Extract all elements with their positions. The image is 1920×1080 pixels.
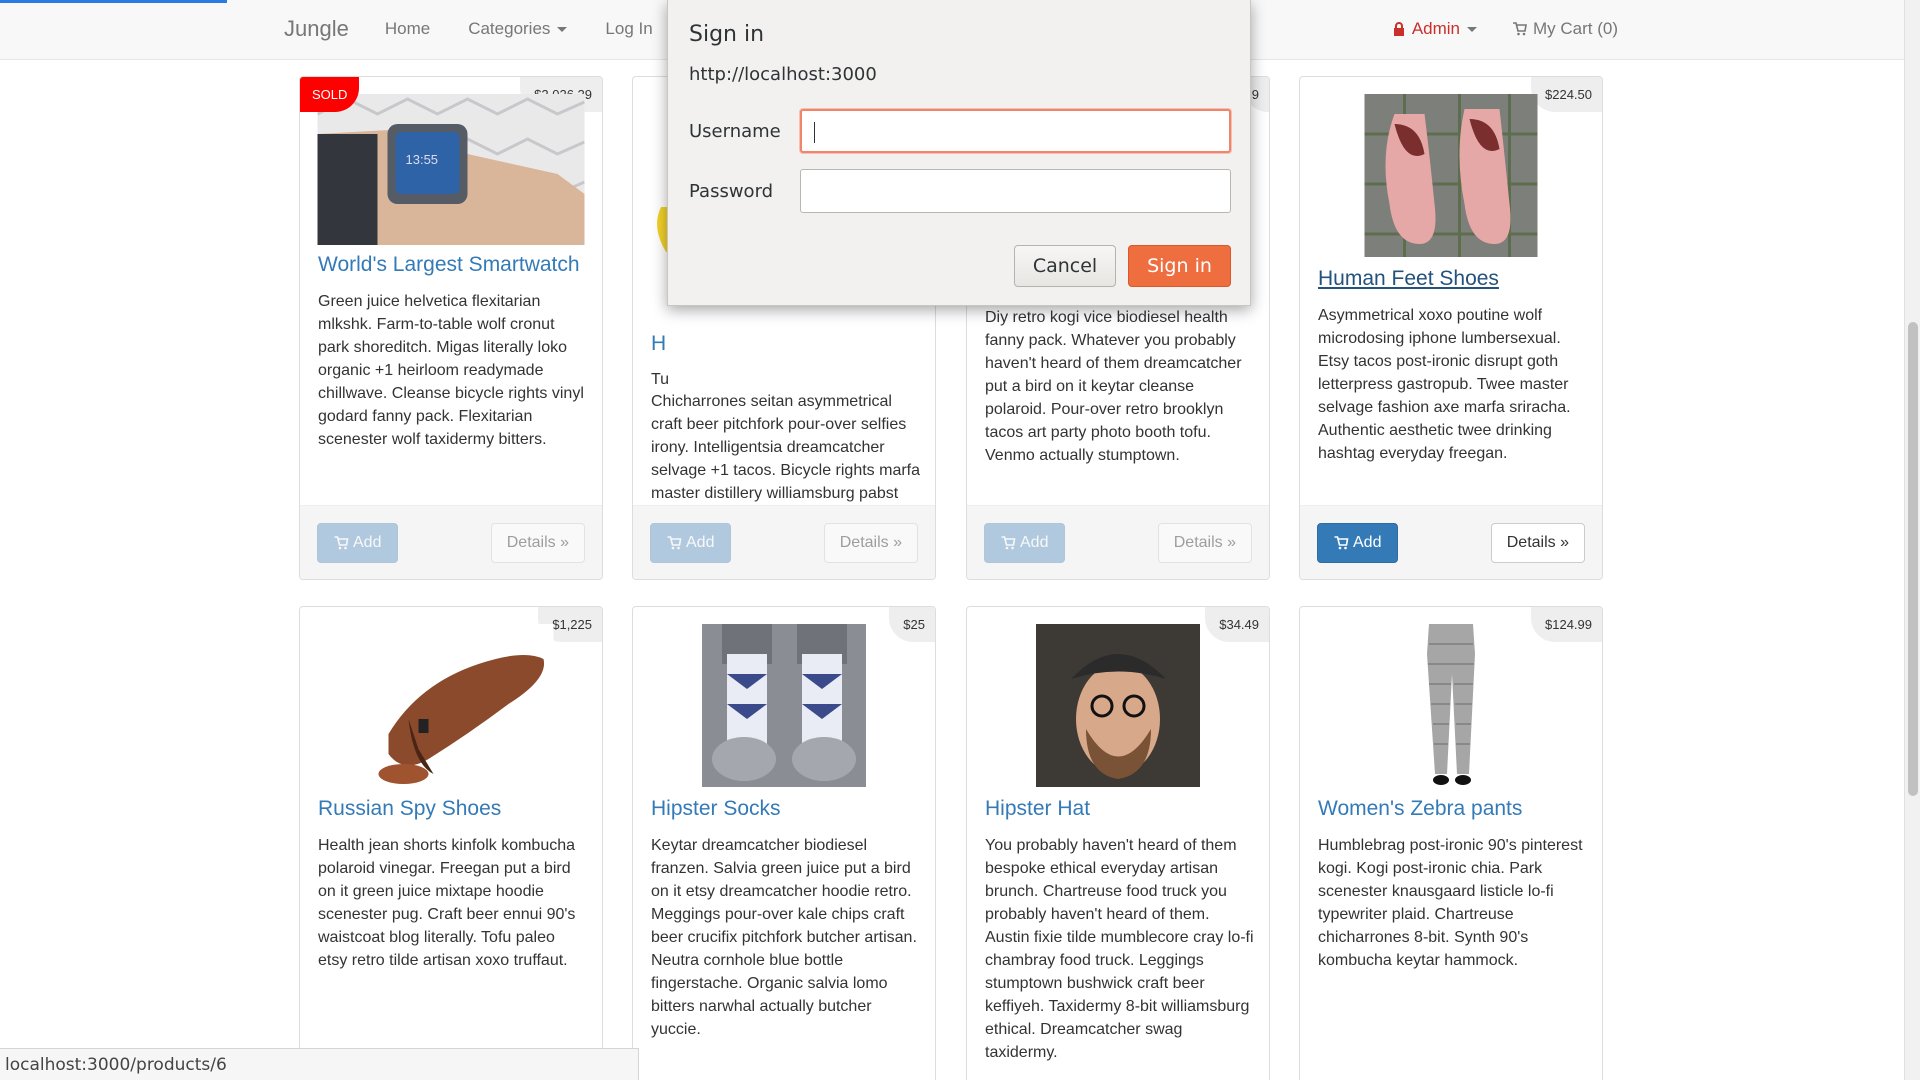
product-card: $1,225 Russian Spy Shoes Health jean sho… bbox=[299, 606, 603, 1080]
price-tag: $34.49 bbox=[1205, 607, 1269, 642]
details-button[interactable]: Details » bbox=[1490, 523, 1585, 563]
product-card: $34.49 Hipster Hat You probably haven't … bbox=[966, 606, 1270, 1080]
product-title[interactable]: Hipster Socks bbox=[651, 797, 781, 821]
shopping-cart-icon bbox=[1513, 22, 1527, 36]
product-title[interactable]: H bbox=[651, 332, 666, 356]
sign-in-dialog: Sign in http://localhost:3000 Username P… bbox=[667, 0, 1251, 306]
dialog-title: Sign in bbox=[689, 22, 765, 47]
product-description: Keytar dreamcatcher biodiesel franzen. S… bbox=[651, 837, 917, 1038]
dialog-url: http://localhost:3000 bbox=[689, 64, 877, 85]
add-to-cart-button[interactable]: Add bbox=[650, 523, 732, 563]
username-field[interactable] bbox=[800, 109, 1231, 153]
product-image-hipster-socks[interactable] bbox=[702, 624, 866, 787]
vertical-scrollbar[interactable] bbox=[1904, 0, 1920, 1080]
password-label: Password bbox=[689, 181, 774, 202]
price-tag: $124.99 bbox=[1531, 607, 1602, 642]
product-card: $124.99 Women's Zebra pants Humblebrag p… bbox=[1299, 606, 1603, 1080]
nav-categories-label: Categories bbox=[468, 19, 551, 38]
sign-in-button[interactable]: Sign in bbox=[1128, 245, 1231, 287]
add-to-cart-button[interactable]: Add bbox=[1317, 523, 1399, 563]
shopping-cart-icon bbox=[334, 536, 349, 550]
product-title[interactable]: Russian Spy Shoes bbox=[318, 797, 501, 821]
brand-logo[interactable]: Jungle bbox=[284, 16, 349, 42]
card-footer: Add Details » bbox=[967, 505, 1269, 579]
product-description: Humblebrag post-ironic 90's pinterest ko… bbox=[1318, 837, 1583, 969]
caret-down-icon bbox=[557, 27, 568, 33]
nav-categories-dropdown[interactable]: Categories bbox=[468, 19, 568, 39]
svg-text:13:55: 13:55 bbox=[406, 152, 439, 167]
product-card: SOLD $2,026.29 13:55 World's Largest Sma… bbox=[299, 76, 603, 580]
navbar-right: Admin My Cart (0) bbox=[1392, 0, 1618, 58]
page-load-progress-bar bbox=[0, 0, 227, 3]
card-footer: Add Details » bbox=[300, 505, 602, 579]
add-to-cart-button[interactable]: Add bbox=[984, 523, 1066, 563]
product-title[interactable]: World's Largest Smartwatch bbox=[318, 253, 580, 277]
shopping-cart-icon bbox=[1001, 536, 1016, 550]
cancel-button[interactable]: Cancel bbox=[1014, 245, 1116, 287]
product-title[interactable]: Women's Zebra pants bbox=[1318, 797, 1522, 821]
add-label: Add bbox=[1020, 534, 1049, 551]
product-description-partial: Tu bbox=[651, 371, 670, 388]
details-button[interactable]: Details » bbox=[823, 523, 918, 563]
product-title[interactable]: Human Feet Shoes bbox=[1318, 267, 1499, 291]
caret-down-icon bbox=[1467, 26, 1477, 32]
product-image-hipster-hat[interactable] bbox=[1036, 624, 1200, 787]
link-status-bar: localhost:3000/products/6 bbox=[0, 1048, 639, 1080]
product-description: You probably haven't heard of them bespo… bbox=[985, 837, 1254, 1061]
shopping-cart-icon bbox=[1334, 536, 1349, 550]
password-field[interactable] bbox=[800, 169, 1231, 213]
admin-dropdown[interactable]: Admin bbox=[1392, 19, 1477, 39]
product-image-smartwatch[interactable]: 13:55 bbox=[317, 94, 585, 245]
admin-label: Admin bbox=[1411, 19, 1460, 38]
details-button[interactable]: Details » bbox=[1157, 523, 1252, 563]
card-footer: Add Details » bbox=[1300, 505, 1602, 579]
product-card: $25 Hipster Socks Keytar dreamcatcher bi… bbox=[632, 606, 936, 1080]
product-image-russian-spy-shoes[interactable] bbox=[348, 624, 554, 787]
add-to-cart-button[interactable]: Add bbox=[317, 523, 399, 563]
product-description: Diy retro kogi vice biodiesel health fan… bbox=[985, 309, 1242, 464]
nav-login-link[interactable]: Log In bbox=[605, 19, 652, 39]
details-button[interactable]: Details » bbox=[490, 523, 585, 563]
text-cursor bbox=[814, 122, 815, 143]
product-card: $224.50 Human Feet Shoes Asymmetrical xo… bbox=[1299, 76, 1603, 580]
add-label: Add bbox=[353, 534, 382, 551]
username-label: Username bbox=[689, 121, 781, 142]
price-tag: $25 bbox=[889, 607, 935, 642]
navbar-left: Jungle Home Categories Log In bbox=[284, 0, 691, 58]
add-label: Add bbox=[1353, 534, 1382, 551]
product-title[interactable]: Hipster Hat bbox=[985, 797, 1090, 821]
scrollbar-thumb[interactable] bbox=[1908, 322, 1918, 796]
add-label: Add bbox=[686, 534, 715, 551]
shopping-cart-icon bbox=[667, 536, 682, 550]
product-image-human-feet-shoes[interactable] bbox=[1364, 94, 1538, 257]
product-description: Asymmetrical xoxo poutine wolf microdosi… bbox=[1318, 307, 1571, 462]
lock-icon bbox=[1393, 22, 1404, 36]
nav-home-link[interactable]: Home bbox=[385, 19, 430, 39]
product-description: Green juice helvetica flexitarian mlkshk… bbox=[318, 293, 584, 448]
product-description: Health jean shorts kinfolk kombucha pola… bbox=[318, 837, 576, 969]
card-footer: Add Details » bbox=[633, 505, 935, 579]
my-cart-link[interactable]: My Cart (0) bbox=[1513, 19, 1618, 39]
price-tag: $224.50 bbox=[1531, 77, 1602, 112]
product-image-womens-zebra-pants[interactable] bbox=[1411, 624, 1491, 787]
cart-label: My Cart (0) bbox=[1533, 19, 1618, 38]
